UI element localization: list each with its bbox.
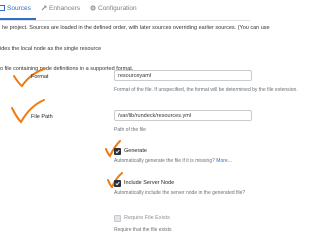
file-path-help: Path of the file — [114, 127, 146, 133]
generate-label: Generate — [124, 148, 147, 154]
include-server-node-help: Automatically include the server node in… — [114, 190, 246, 196]
active-tab-indicator — [0, 18, 36, 20]
sources-icon — [0, 5, 5, 11]
require-file-exists-help: Require that the file exists — [114, 227, 172, 233]
require-file-exists-label: Require File Exists — [124, 215, 170, 221]
tab-enhancers[interactable]: Enhancers — [49, 4, 80, 13]
tab-bar: Sources Enhancers Configuration — [0, 0, 250, 21]
enhancers-icon — [41, 5, 47, 11]
sources-description: he project. Sources are loaded in the de… — [2, 25, 270, 31]
configuration-icon — [90, 5, 96, 11]
tab-sources[interactable]: Sources — [7, 4, 31, 13]
include-server-node-label: Include Server Node — [124, 180, 175, 186]
file-path-label: File Path — [31, 114, 53, 120]
more-link[interactable]: More... — [216, 158, 232, 164]
format-input[interactable] — [114, 70, 252, 81]
generate-checkbox[interactable] — [114, 148, 121, 155]
tab-configuration[interactable]: Configuration — [98, 4, 137, 13]
generate-help: Automatically generate the file if it is… — [114, 158, 232, 164]
file-path-input[interactable] — [114, 110, 252, 121]
format-help: Format of the file. If unspecified, the … — [114, 87, 298, 93]
include-server-node-checkbox[interactable] — [114, 180, 121, 187]
format-label: Format — [31, 74, 49, 80]
local-node-description: ides the local node as the single resour… — [0, 46, 102, 52]
require-file-exists-checkbox[interactable] — [114, 215, 121, 222]
